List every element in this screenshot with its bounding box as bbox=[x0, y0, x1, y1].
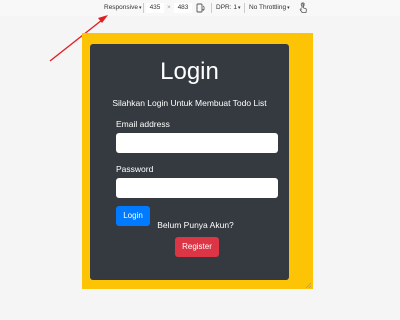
dropdown-caret-icon: ▾ bbox=[237, 5, 241, 11]
password-label: Password bbox=[116, 164, 154, 174]
device-select-label: Responsive bbox=[104, 4, 138, 11]
login-card: Login Silahkan Login Untuk Membuat Todo … bbox=[90, 44, 289, 280]
throttling-label: No Throttling bbox=[249, 4, 287, 11]
page-title: Login bbox=[160, 58, 219, 85]
no-account-text: Belum Punya Akun? bbox=[157, 220, 234, 230]
device-select[interactable]: Responsive▾ bbox=[104, 3, 141, 13]
rotate-icon[interactable] bbox=[196, 2, 206, 14]
dpr-label: DPR: 1 bbox=[216, 4, 237, 11]
throttling-select[interactable]: No Throttling▾ bbox=[249, 3, 290, 13]
dimension-separator: × bbox=[167, 4, 171, 11]
dropdown-caret-icon: ▾ bbox=[138, 5, 142, 11]
width-input[interactable]: 435 bbox=[146, 3, 164, 13]
dropdown-caret-icon: ▾ bbox=[287, 5, 290, 11]
touch-icon[interactable] bbox=[298, 2, 308, 14]
dpr-select[interactable]: DPR: 1▾ bbox=[216, 3, 240, 13]
viewport: Login Silahkan Login Untuk Membuat Todo … bbox=[82, 33, 313, 289]
toolbar-divider bbox=[244, 3, 245, 13]
device-toolbar: Responsive▾ 435 × 483 DPR: 1▾ No Throttl… bbox=[0, 0, 400, 16]
register-button[interactable]: Register bbox=[175, 237, 219, 257]
email-label: Email address bbox=[116, 119, 170, 129]
email-field[interactable] bbox=[116, 133, 278, 153]
resize-handle-icon[interactable] bbox=[304, 281, 312, 289]
height-input[interactable]: 483 bbox=[174, 3, 192, 13]
password-field[interactable] bbox=[116, 178, 278, 198]
toolbar-divider bbox=[211, 3, 212, 13]
arrow-head bbox=[98, 15, 108, 23]
toolbar-divider bbox=[143, 3, 144, 13]
page-subtitle: Silahkan Login Untuk Membuat Todo List bbox=[112, 98, 267, 108]
